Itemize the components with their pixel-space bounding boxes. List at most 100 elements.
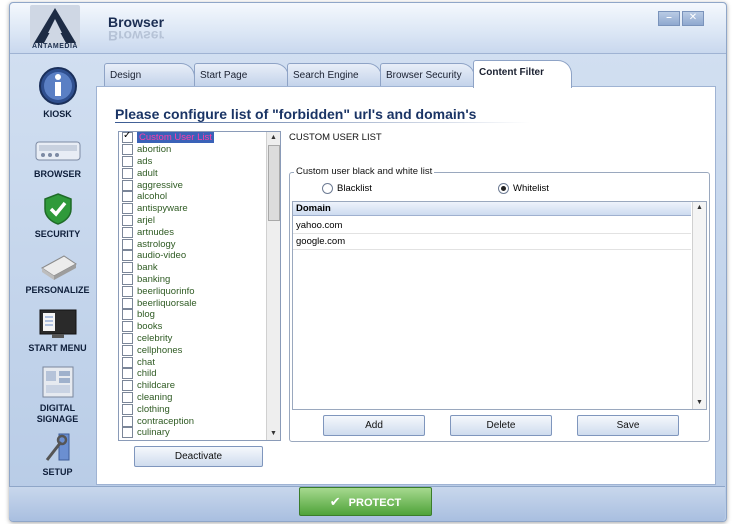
category-list-scrollbar[interactable]: ▲ ▼: [266, 132, 280, 440]
category-checkbox[interactable]: [122, 391, 133, 403]
category-checkbox[interactable]: [122, 191, 133, 203]
list-item[interactable]: astrology: [119, 238, 266, 250]
list-item[interactable]: artnudes: [119, 226, 266, 238]
category-checkbox[interactable]: [122, 144, 133, 156]
table-row[interactable]: yahoo.com: [293, 218, 691, 234]
window-title-reflection: Browser: [108, 28, 165, 44]
category-checkbox[interactable]: [122, 356, 133, 368]
sidebar-item-personalize[interactable]: PERSONALIZE: [10, 248, 105, 296]
list-item[interactable]: blog: [119, 309, 266, 321]
list-item[interactable]: arjel: [119, 214, 266, 227]
category-checkbox[interactable]: [122, 380, 133, 392]
category-checkbox[interactable]: [122, 309, 133, 321]
category-checkbox[interactable]: [122, 297, 133, 309]
scroll-up-arrow-icon[interactable]: ▲: [267, 132, 280, 144]
sidebar-item-start-menu[interactable]: START MENU: [10, 308, 105, 354]
list-item-label: Custom User List: [137, 132, 214, 144]
scroll-down-arrow-icon[interactable]: ▼: [693, 397, 706, 409]
list-item[interactable]: childcare: [119, 380, 266, 392]
list-item[interactable]: clothing: [119, 403, 266, 415]
sidebar-label: KIOSK: [43, 109, 72, 119]
sidebar-item-kiosk[interactable]: KIOSK: [10, 66, 105, 120]
sidebar-label: BROWSER: [34, 169, 81, 179]
blacklist-radio[interactable]: Blacklist: [322, 183, 372, 194]
list-item-label: aggressive: [137, 179, 183, 191]
list-item[interactable]: culinary: [119, 427, 266, 439]
tab-start-page[interactable]: Start Page: [194, 63, 289, 87]
list-item[interactable]: chat: [119, 356, 266, 368]
tab-design[interactable]: Design: [104, 63, 195, 87]
scrollbar-thumb[interactable]: [268, 145, 280, 221]
list-item[interactable]: alcohol: [119, 191, 266, 203]
list-item[interactable]: abortion: [119, 144, 266, 156]
category-checkbox[interactable]: [122, 226, 133, 238]
delete-button[interactable]: Delete: [450, 415, 552, 436]
personalize-icon: [40, 255, 77, 280]
whitelist-radio[interactable]: Whitelist: [498, 183, 549, 194]
category-checkbox[interactable]: [122, 167, 133, 179]
category-checkbox[interactable]: [122, 262, 133, 274]
sidebar: KIOSK BROWSER SECURITY PERSONALIZE START…: [10, 54, 105, 486]
scroll-up-arrow-icon[interactable]: ▲: [693, 202, 706, 214]
tab-content-filter[interactable]: Content Filter: [473, 60, 572, 88]
sidebar-label: START MENU: [28, 343, 87, 353]
list-item-label: childcare: [137, 380, 176, 392]
list-item[interactable]: beerliquorinfo: [119, 285, 266, 297]
table-row[interactable]: google.com: [293, 234, 691, 250]
domain-grid[interactable]: Domain yahoo.com google.com ▲ ▼: [292, 201, 707, 410]
category-list[interactable]: Custom User Listabortionadsadultaggressi…: [118, 131, 281, 441]
category-checkbox[interactable]: [122, 344, 133, 356]
tab-search-engine[interactable]: Search Engine: [287, 63, 382, 87]
category-checkbox[interactable]: [122, 132, 133, 144]
list-item-label: beerliquorsale: [137, 297, 197, 309]
protect-button[interactable]: ✔ PROTECT: [299, 487, 432, 516]
category-checkbox[interactable]: [122, 415, 133, 427]
column-header-domain[interactable]: Domain: [293, 202, 691, 216]
tab-strip: Design Start Page Search Engine Browser …: [96, 60, 714, 88]
list-item[interactable]: audio-video: [119, 250, 266, 262]
scroll-down-arrow-icon[interactable]: ▼: [267, 428, 280, 440]
list-item-label: culinary: [137, 427, 170, 439]
sidebar-item-digital-signage[interactable]: DIGITAL SIGNAGE: [10, 364, 105, 425]
category-checkbox[interactable]: [122, 203, 133, 215]
sidebar-item-security[interactable]: SECURITY: [10, 192, 105, 240]
category-checkbox[interactable]: [122, 332, 133, 344]
list-item[interactable]: cleaning: [119, 391, 266, 404]
list-item[interactable]: child: [119, 368, 266, 380]
list-item[interactable]: beerliquorsale: [119, 297, 266, 309]
category-checkbox[interactable]: [122, 179, 133, 191]
category-checkbox[interactable]: [122, 238, 133, 250]
sidebar-item-browser[interactable]: BROWSER: [10, 138, 105, 180]
category-checkbox[interactable]: [122, 285, 133, 297]
list-item[interactable]: bank: [119, 262, 266, 274]
category-checkbox[interactable]: [122, 321, 133, 333]
list-item[interactable]: celebrity: [119, 332, 266, 345]
close-button[interactable]: ✕: [682, 11, 704, 26]
list-item[interactable]: books: [119, 321, 266, 333]
deactivate-button[interactable]: Deactivate: [134, 446, 263, 467]
save-button[interactable]: Save: [577, 415, 679, 436]
list-item[interactable]: cellphones: [119, 344, 266, 356]
category-checkbox[interactable]: [122, 427, 133, 439]
category-checkbox[interactable]: [122, 250, 133, 262]
minimize-button[interactable]: –: [658, 11, 680, 26]
tab-browser-security[interactable]: Browser Security: [380, 63, 475, 87]
list-item[interactable]: banking: [119, 273, 266, 286]
category-checkbox[interactable]: [122, 214, 133, 226]
add-button[interactable]: Add: [323, 415, 425, 436]
list-item[interactable]: antispyware: [119, 203, 266, 215]
list-item-label: cleaning: [137, 391, 173, 403]
list-item[interactable]: Custom User List: [119, 132, 266, 144]
list-item[interactable]: contraception: [119, 415, 266, 427]
category-checkbox[interactable]: [122, 155, 133, 167]
category-checkbox[interactable]: [122, 273, 133, 285]
category-checkbox[interactable]: [122, 368, 133, 380]
list-item[interactable]: adult: [119, 167, 266, 179]
protect-label: PROTECT: [348, 497, 402, 509]
domain-grid-scrollbar[interactable]: ▲ ▼: [692, 202, 706, 409]
sidebar-item-setup[interactable]: SETUP: [10, 430, 105, 478]
list-item[interactable]: ads: [119, 155, 266, 168]
category-checkbox[interactable]: [122, 403, 133, 415]
list-item[interactable]: aggressive: [119, 179, 266, 191]
radio-indicator: [498, 183, 509, 194]
